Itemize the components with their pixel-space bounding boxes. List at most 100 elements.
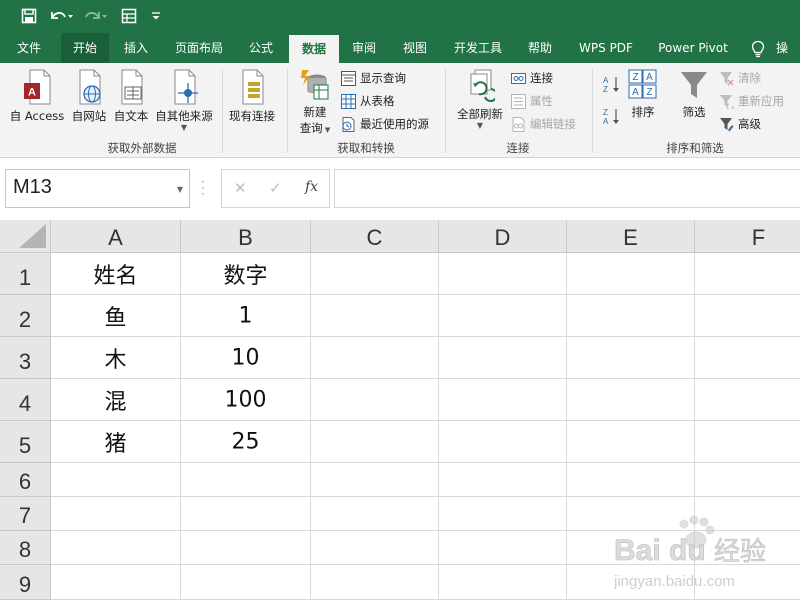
cell-f7[interactable] (695, 497, 800, 531)
cell-a6[interactable] (51, 463, 181, 497)
row-header-6[interactable]: 6 (0, 463, 51, 497)
cell-b1[interactable]: 数字 (181, 253, 311, 295)
tab-file[interactable]: 文件 (8, 33, 50, 63)
enter-icon[interactable]: ✓ (269, 179, 282, 197)
cell-e5[interactable] (567, 421, 695, 463)
cell-f2[interactable] (695, 295, 800, 337)
connections-button[interactable]: 连接 (511, 69, 553, 87)
tab-tell-me[interactable]: 操 (776, 33, 800, 63)
column-header-b[interactable]: B (181, 220, 311, 253)
tab-view[interactable]: 视图 (394, 33, 436, 63)
column-header-e[interactable]: E (567, 220, 695, 253)
cell-d5[interactable] (439, 421, 567, 463)
column-header-c[interactable]: C (311, 220, 439, 253)
cell-a5[interactable]: 猪 (51, 421, 181, 463)
cell-f5[interactable] (695, 421, 800, 463)
cell-d2[interactable] (439, 295, 567, 337)
cell-a9[interactable] (51, 565, 181, 600)
column-header-a[interactable]: A (51, 220, 181, 253)
show-queries-button[interactable]: 显示查询 (341, 69, 406, 87)
recent-sources-button[interactable]: 最近使用的源 (341, 115, 429, 133)
refresh-all-button[interactable]: 全部刷新 ▼ (452, 69, 508, 130)
sort-button[interactable]: ZAAZ 排序 (625, 69, 661, 120)
sort-ascending-button[interactable]: AZ (602, 75, 622, 96)
tab-formulas[interactable]: 公式 (240, 33, 282, 63)
save-icon[interactable] (18, 5, 40, 27)
row-header-7[interactable]: 7 (0, 497, 51, 531)
reapply-button[interactable]: 重新应用 (719, 92, 784, 110)
cell-b2[interactable]: 1 (181, 295, 311, 337)
lightbulb-icon[interactable] (748, 33, 768, 63)
from-other-sources-button[interactable]: 自其他来源 ▼ (152, 69, 216, 132)
tab-insert[interactable]: 插入 (115, 33, 157, 63)
customize-quick-access-icon[interactable] (148, 5, 164, 27)
cell-d3[interactable] (439, 337, 567, 379)
cell-e8[interactable] (567, 531, 695, 565)
cell-a2[interactable]: 鱼 (51, 295, 181, 337)
row-header-3[interactable]: 3 (0, 337, 51, 379)
formula-bar-grip-icon[interactable]: · · · (201, 176, 205, 200)
cancel-icon[interactable]: ✕ (234, 179, 247, 197)
from-text-button[interactable]: 自文本 (110, 69, 152, 124)
cell-e3[interactable] (567, 337, 695, 379)
from-web-button[interactable]: 自网站 (68, 69, 110, 124)
cell-e9[interactable] (567, 565, 695, 600)
from-access-button[interactable]: A 自 Access (6, 69, 68, 124)
column-header-f[interactable]: F (695, 220, 800, 253)
tab-power-pivot[interactable]: Power Pivot (652, 33, 734, 63)
cell-f1[interactable] (695, 253, 800, 295)
row-header-5[interactable]: 5 (0, 421, 51, 463)
cell-c5[interactable] (311, 421, 439, 463)
tab-wps-pdf[interactable]: WPS PDF (570, 33, 642, 63)
cell-a7[interactable] (51, 497, 181, 531)
name-box-dropdown-icon[interactable]: ▼ (177, 185, 183, 194)
from-table-button[interactable]: 从表格 (341, 92, 395, 110)
cell-e4[interactable] (567, 379, 695, 421)
cell-c4[interactable] (311, 379, 439, 421)
column-header-d[interactable]: D (439, 220, 567, 253)
cell-c9[interactable] (311, 565, 439, 600)
cell-a4[interactable]: 混 (51, 379, 181, 421)
existing-connections-button[interactable]: 现有连接 (226, 69, 278, 124)
cell-f4[interactable] (695, 379, 800, 421)
new-query-button[interactable]: 新建 查询 ▼ (294, 69, 336, 136)
advanced-filter-button[interactable]: 高级 (719, 115, 761, 133)
cell-e1[interactable] (567, 253, 695, 295)
cell-f3[interactable] (695, 337, 800, 379)
filter-button[interactable]: 筛选 (676, 69, 712, 120)
cell-f8[interactable] (695, 531, 800, 565)
select-all-button[interactable] (0, 220, 51, 253)
cell-b8[interactable] (181, 531, 311, 565)
clear-filter-button[interactable]: 清除 (719, 69, 761, 87)
cell-b6[interactable] (181, 463, 311, 497)
cell-a1[interactable]: 姓名 (51, 253, 181, 295)
cell-f6[interactable] (695, 463, 800, 497)
insert-function-icon[interactable]: fx (305, 179, 318, 195)
cell-c1[interactable] (311, 253, 439, 295)
row-header-9[interactable]: 9 (0, 565, 51, 600)
cell-d6[interactable] (439, 463, 567, 497)
cell-b9[interactable] (181, 565, 311, 600)
properties-button[interactable]: 属性 (511, 92, 553, 110)
cell-f9[interactable] (695, 565, 800, 600)
tab-help[interactable]: 帮助 (519, 33, 561, 63)
undo-icon[interactable] (48, 5, 74, 27)
row-header-2[interactable]: 2 (0, 295, 51, 337)
cell-d7[interactable] (439, 497, 567, 531)
cell-d9[interactable] (439, 565, 567, 600)
row-header-8[interactable]: 8 (0, 531, 51, 565)
cell-d8[interactable] (439, 531, 567, 565)
row-header-1[interactable]: 1 (0, 253, 51, 295)
name-box[interactable]: M13 ▼ (5, 169, 190, 208)
form-icon[interactable] (118, 5, 140, 27)
cell-c2[interactable] (311, 295, 439, 337)
cell-d4[interactable] (439, 379, 567, 421)
redo-icon[interactable] (83, 5, 109, 27)
cell-a3[interactable]: 木 (51, 337, 181, 379)
cell-b5[interactable]: 25 (181, 421, 311, 463)
sort-descending-button[interactable]: ZA (602, 107, 622, 128)
cell-e7[interactable] (567, 497, 695, 531)
cell-b3[interactable]: 10 (181, 337, 311, 379)
tab-review[interactable]: 审阅 (343, 33, 385, 63)
cell-d1[interactable] (439, 253, 567, 295)
